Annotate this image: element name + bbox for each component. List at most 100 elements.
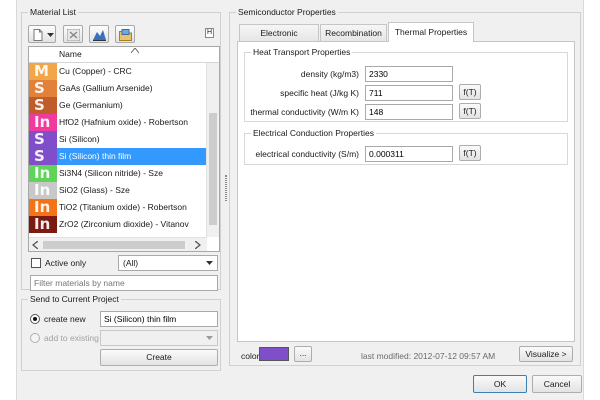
electrical-conductivity-function-button[interactable]: f(T) xyxy=(459,145,481,161)
material-name: SiO2 (Glass) - Sze xyxy=(59,185,130,195)
dropdown-arrow-icon xyxy=(47,33,54,37)
density-input[interactable] xyxy=(365,66,453,82)
material-list-item[interactable]: S GaAs (Gallium Arsenide) xyxy=(29,80,207,97)
visualize-button[interactable]: Visualize > xyxy=(519,346,573,362)
material-list-item[interactable]: In Si3N4 (Silicon nitride) - Sze xyxy=(29,165,207,182)
send-to-project-group: Send to Current Project create new add t… xyxy=(21,294,221,371)
chevron-down-icon xyxy=(206,261,213,265)
heat-transport-title: Heat Transport Properties xyxy=(251,47,353,58)
material-list-group: Material List H Name M Cu (Copper) - CRC… xyxy=(21,7,221,291)
horizontal-scroll-thumb[interactable] xyxy=(43,241,185,249)
scroll-right-icon[interactable] xyxy=(195,241,201,249)
delete-material-button[interactable] xyxy=(63,25,83,43)
material-list-title: Material List xyxy=(28,7,78,18)
list-vertical-scrollbar[interactable] xyxy=(206,63,219,237)
material-list-item[interactable]: In ZrO2 (Zirconium dioxide) - Vitanov xyxy=(29,216,207,233)
ok-button[interactable]: OK xyxy=(473,375,527,393)
material-type-icon: S xyxy=(29,148,57,165)
chevron-down-icon xyxy=(206,336,213,340)
vertical-scroll-thumb[interactable] xyxy=(209,113,217,225)
specific-heat-function-button[interactable]: f(T) xyxy=(459,84,481,100)
thermal-properties-panel: Heat Transport Properties density (kg/m3… xyxy=(237,41,575,342)
create-new-radio[interactable] xyxy=(30,314,40,324)
last-modified-text: last modified: 2012-07-12 09:57 AM xyxy=(361,351,496,361)
material-type-icon: M xyxy=(29,63,57,80)
active-only-checkbox[interactable] xyxy=(31,258,41,268)
cancel-button[interactable]: Cancel xyxy=(532,375,582,393)
material-type-icon: In xyxy=(29,182,57,199)
open-material-button[interactable] xyxy=(115,25,135,43)
add-to-existing-label: add to existing xyxy=(44,333,99,343)
create-new-label: create new xyxy=(44,314,86,324)
material-name: Si (Silicon) xyxy=(59,134,100,144)
material-list-item[interactable]: M Cu (Copper) - CRC xyxy=(29,63,207,80)
choose-color-button[interactable]: ... xyxy=(294,346,312,362)
material-toolbar: H xyxy=(28,25,214,45)
heat-transport-group: Heat Transport Properties density (kg/m3… xyxy=(244,47,568,122)
density-label: density (kg/m3) xyxy=(300,69,359,79)
collapse-panel-button[interactable]: H xyxy=(205,28,214,38)
material-type-icon: In xyxy=(29,165,57,182)
thermal-conductivity-input[interactable] xyxy=(365,104,453,120)
new-material-icon xyxy=(33,29,43,41)
thermal-conductivity-function-button[interactable]: f(T) xyxy=(459,103,481,119)
tab-electronic-properties[interactable]: Electronic Properties xyxy=(239,24,319,54)
send-to-project-title: Send to Current Project xyxy=(28,294,121,305)
material-color-swatch[interactable] xyxy=(259,347,289,361)
material-type-value: (All) xyxy=(123,258,139,268)
material-type-icon: In xyxy=(29,216,57,233)
material-type-icon: S xyxy=(29,131,57,148)
column-header-name: Name xyxy=(59,49,82,59)
material-list-item[interactable]: S Si (Silicon) thin film xyxy=(29,148,207,165)
chart-icon xyxy=(93,30,106,41)
material-list: Name M Cu (Copper) - CRC S GaAs (Gallium Ar… xyxy=(28,46,220,252)
electrical-conduction-title: Electrical Conduction Properties xyxy=(251,128,376,139)
material-name: Si3N4 (Silicon nitride) - Sze xyxy=(59,168,163,178)
tab-recombination[interactable]: Recombination xyxy=(320,24,387,41)
active-only-label: Active only xyxy=(45,258,87,268)
plot-material-button[interactable] xyxy=(89,25,109,43)
electrical-conductivity-input[interactable] xyxy=(365,146,453,162)
material-name: ZrO2 (Zirconium dioxide) - Vitanov xyxy=(59,219,189,229)
material-name: Si (Silicon) thin film xyxy=(59,151,132,161)
new-project-material-input[interactable] xyxy=(100,311,218,327)
material-name: Cu (Copper) - CRC xyxy=(59,66,132,76)
list-horizontal-scrollbar[interactable] xyxy=(29,237,207,251)
material-type-select[interactable]: (All) xyxy=(118,255,218,271)
material-type-icon: In xyxy=(29,199,57,216)
scroll-left-icon[interactable] xyxy=(32,241,38,249)
material-library-dialog: Material List H Name M Cu (Copper) - CRC… xyxy=(16,0,584,400)
material-type-icon: In xyxy=(29,114,57,131)
material-type-icon: S xyxy=(29,80,57,97)
tab-label: Recombination xyxy=(325,28,382,38)
material-name: TiO2 (Titanium oxide) - Robertson xyxy=(59,202,187,212)
specific-heat-label: specific heat (J/kg K) xyxy=(280,88,359,98)
color-label: color xyxy=(241,351,260,361)
open-folder-icon xyxy=(119,29,132,41)
material-list-item[interactable]: S Ge (Germanium) xyxy=(29,97,207,114)
material-list-item[interactable]: In HfO2 (Hafnium oxide) - Robertson xyxy=(29,114,207,131)
specific-heat-input[interactable] xyxy=(365,85,453,101)
thermal-conductivity-label: thermal conductivity (W/m K) xyxy=(250,107,359,117)
electrical-conductivity-label: electrical conductivity (S/m) xyxy=(255,149,359,159)
material-name: Ge (Germanium) xyxy=(59,100,123,110)
tab-label: Thermal Properties xyxy=(394,27,468,37)
new-material-button[interactable] xyxy=(28,25,56,43)
filter-materials-input[interactable] xyxy=(30,275,218,291)
material-name: GaAs (Gallium Arsenide) xyxy=(59,83,153,93)
delete-icon xyxy=(67,29,80,41)
add-to-existing-radio[interactable] xyxy=(30,333,40,343)
material-name: HfO2 (Hafnium oxide) - Robertson xyxy=(59,117,188,127)
create-button[interactable]: Create xyxy=(100,349,218,366)
splitter-handle[interactable] xyxy=(225,175,227,201)
material-type-icon: S xyxy=(29,97,57,114)
semiconductor-properties-title: Semiconductor Properties xyxy=(236,7,338,18)
material-list-item[interactable]: In TiO2 (Titanium oxide) - Robertson xyxy=(29,199,207,216)
electrical-conduction-group: Electrical Conduction Properties electri… xyxy=(244,128,568,165)
sort-ascending-icon xyxy=(131,48,139,53)
material-list-item[interactable]: S Si (Silicon) xyxy=(29,131,207,148)
material-list-item[interactable]: In SiO2 (Glass) - Sze xyxy=(29,182,207,199)
list-header[interactable]: Name xyxy=(29,47,219,63)
existing-material-select[interactable] xyxy=(100,330,218,346)
tab-thermal-properties[interactable]: Thermal Properties xyxy=(388,22,474,42)
